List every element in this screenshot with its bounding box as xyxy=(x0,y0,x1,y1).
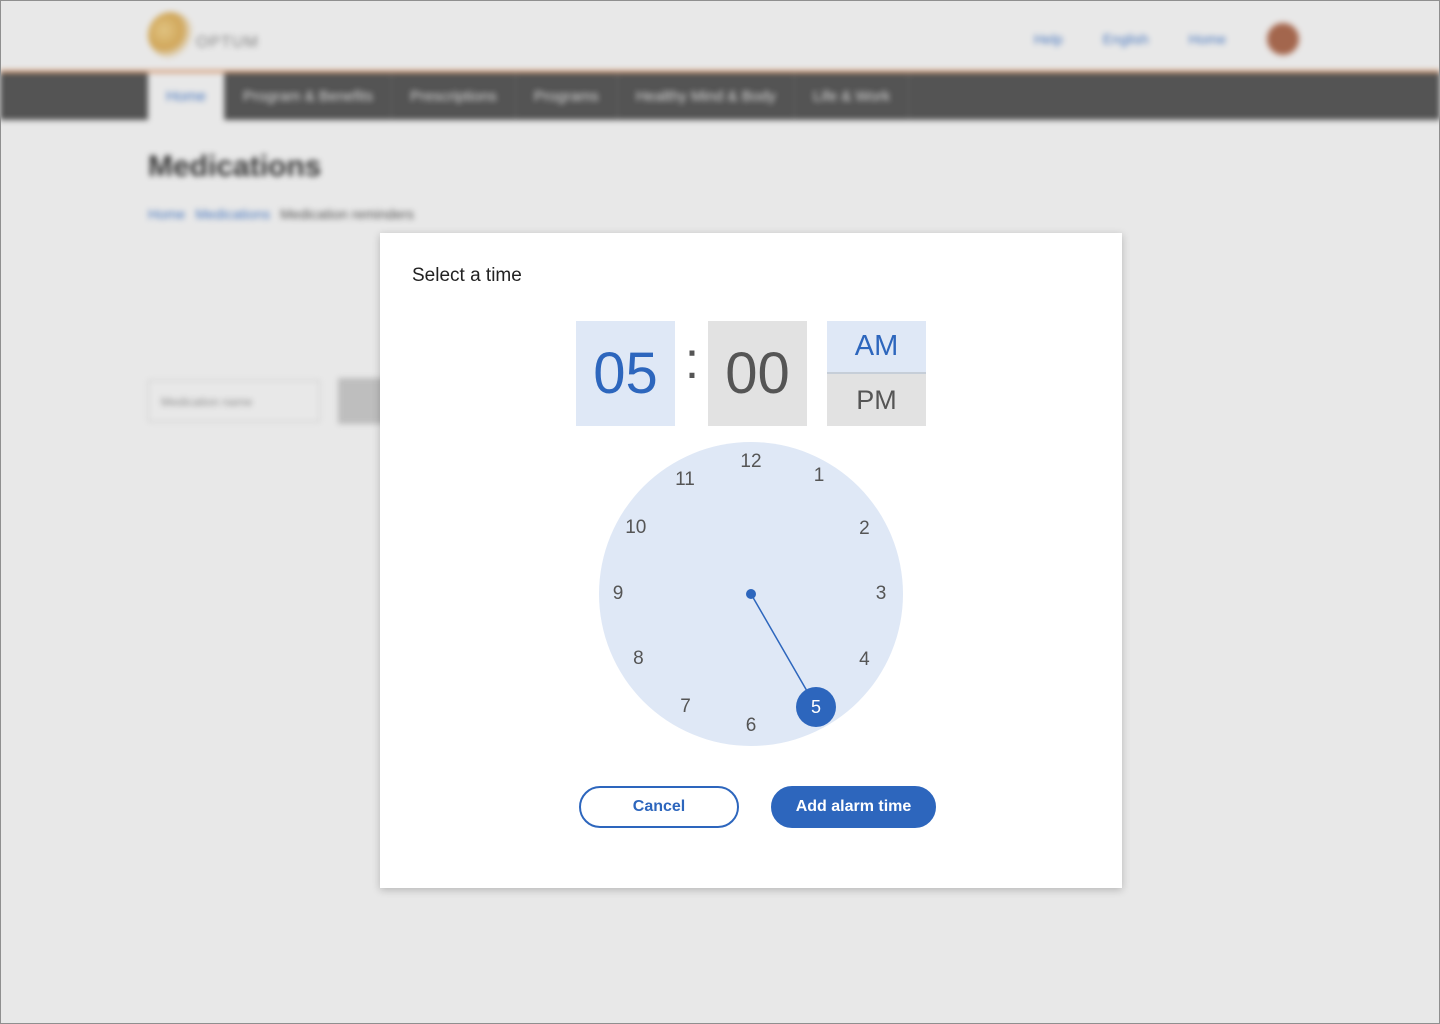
time-picker-dialog: Select a time 05 : 00 AM PM 12 1 2 3 4 5 6 7 8 9 1… xyxy=(380,233,1122,888)
clock-number-3[interactable]: 3 xyxy=(864,582,898,606)
cancel-button[interactable]: Cancel xyxy=(579,786,739,828)
am-button[interactable]: AM xyxy=(827,321,926,374)
clock-number-6[interactable]: 6 xyxy=(734,714,768,738)
add-alarm-time-button[interactable]: Add alarm time xyxy=(771,786,936,828)
clock-number-5[interactable]: 5 xyxy=(796,686,836,727)
clock-number-10[interactable]: 10 xyxy=(619,516,653,540)
am-pm-toggle: AM PM xyxy=(827,321,926,426)
clock-number-4[interactable]: 4 xyxy=(847,648,881,672)
clock-number-1[interactable]: 1 xyxy=(802,464,836,488)
clock-number-8[interactable]: 8 xyxy=(621,647,655,671)
clock-number-12[interactable]: 12 xyxy=(734,450,768,474)
dialog-title: Select a time xyxy=(412,265,522,286)
pm-button[interactable]: PM xyxy=(827,374,926,426)
time-separator: : xyxy=(684,332,700,390)
clock-number-11[interactable]: 11 xyxy=(668,468,702,492)
minute-display[interactable]: 00 xyxy=(708,321,807,426)
clock-hand-layer xyxy=(746,589,817,707)
clock-number-7[interactable]: 7 xyxy=(669,695,703,719)
clock-number-2[interactable]: 2 xyxy=(847,517,881,541)
hour-display[interactable]: 05 xyxy=(576,321,675,426)
clock-number-9[interactable]: 9 xyxy=(601,582,635,606)
clock-face[interactable]: 12 1 2 3 4 5 6 7 8 9 10 11 xyxy=(599,442,903,746)
clock-center-dot xyxy=(746,589,756,599)
